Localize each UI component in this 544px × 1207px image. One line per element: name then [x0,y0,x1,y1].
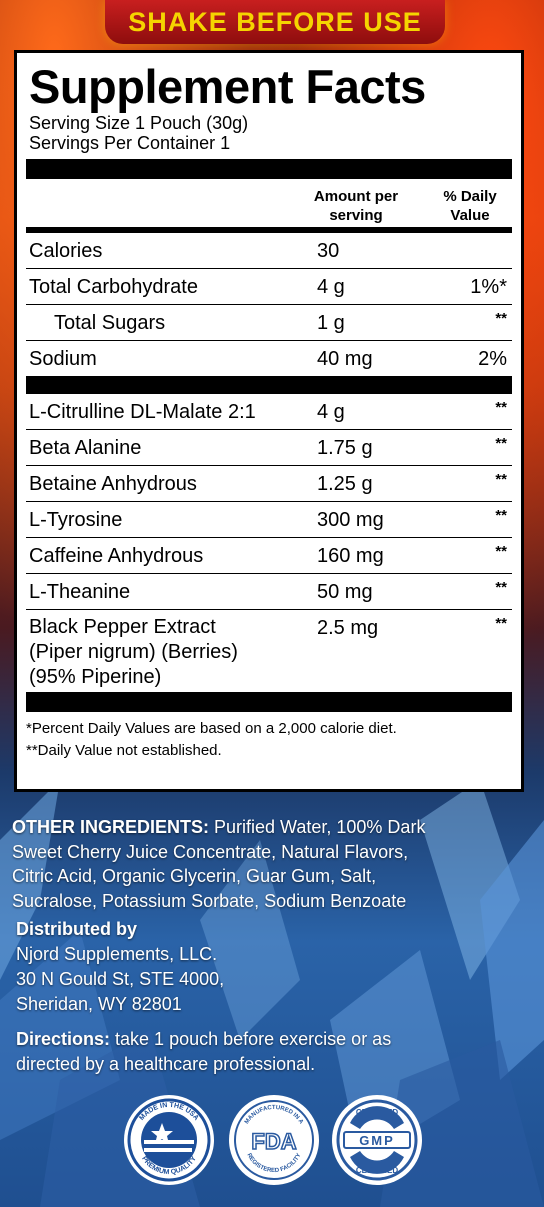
other-ingredients-label: OTHER INGREDIENTS: [12,817,210,837]
ingredient-dv: ** [495,543,507,560]
ingredient-amount: 1.75 g [317,437,373,459]
footnote-dv: *Percent Daily Values are based on a 2,0… [26,720,397,737]
nutrient-amount: 30 [317,240,340,262]
divider-bar [26,159,512,179]
footnotes: *Percent Daily Values are based on a 2,0… [26,712,509,762]
nutrient-row: Sodium 40 mg 2% [26,341,512,376]
gmp-badge-mark: GMP [359,1133,395,1148]
facts-title: Supplement Facts [29,60,426,113]
nutrient-row: Calories 30 [26,233,512,269]
gmp-certified-badge: CERTIFIED GMP CERTIFIED [332,1095,422,1185]
servings-per-container: Servings Per Container 1 [29,133,231,153]
made-in-usa-badge: MADE IN THE USA PREMIUM QUALITY [124,1095,214,1185]
ingredient-dv: ** [495,435,507,452]
directions-text: take 1 pouch before exercise or as [110,1029,392,1049]
ingredient-name-line: (95% Piperine) [29,666,162,688]
gmp-badge-top-text: CERTIFIED [356,1108,398,1117]
ingredient-name: L-Tyrosine [29,509,123,531]
ingredient-dv: ** [495,471,507,488]
ingredient-row: L-Theanine 50 mg ** [26,574,512,610]
nutrient-amount: 40 mg [317,348,373,370]
ingredient-dv: ** [495,399,507,416]
nutrient-name: Total Sugars [54,312,166,334]
other-ingredients-text: Purified Water, 100% Dark [209,817,426,837]
ingredient-row: L-Tyrosine 300 mg ** [26,502,512,538]
ingredient-name: Betaine Anhydrous [29,473,197,495]
other-ingredients-text: Citric Acid, Organic Glycerin, Guar Gum,… [12,866,377,886]
ingredient-row: L-Citrulline DL-Malate 2:1 4 g ** [26,394,512,430]
ingredient-amount: 50 mg [317,581,373,603]
directions-text: directed by a healthcare professional. [16,1054,316,1074]
divider-bar [26,376,512,394]
ingredient-dv: ** [495,579,507,596]
nutrient-dv: 2% [478,348,507,370]
distributor-title: Distributed by [16,919,138,939]
ingredient-amount: 1.25 g [317,473,373,495]
nutrient-name: Total Carbohydrate [29,276,198,298]
banner-text: SHAKE BEFORE USE [128,6,422,37]
ingredient-name-line: (Piper nigrum) (Berries) [29,641,238,663]
nutrient-dv: ** [495,310,507,327]
ingredient-name: L-Citrulline DL-Malate 2:1 [29,401,256,423]
distributor-name: Njord Supplements, LLC. [16,944,218,964]
ingredient-dv: ** [495,615,507,632]
fda-badge-mark: FDA [251,1129,296,1154]
other-ingredients: OTHER INGREDIENTS: Purified Water, 100% … [12,815,532,913]
nutrient-amount: 1 g [317,312,345,334]
ingredient-amount: 160 mg [317,545,384,567]
ingredient-name: L-Theanine [29,581,131,603]
ingredient-name: Caffeine Anhydrous [29,545,204,567]
nutrient-dv: 1%* [470,276,507,298]
serving-size: Serving Size 1 Pouch (30g) [29,113,249,133]
directions-label: Directions: [16,1029,111,1049]
ingredient-name-line: Black Pepper Extract [29,616,216,638]
ingredient-row: Caffeine Anhydrous 160 mg ** [26,538,512,574]
ingredient-row: Betaine Anhydrous 1.25 g ** [26,466,512,502]
footnote-not-established: **Daily Value not established. [26,742,222,759]
ingredient-name: Black Pepper Extract (Piper nigrum) (Ber… [29,615,238,690]
supplement-facts-panel: Supplement Facts Serving Size 1 Pouch (3… [14,50,524,792]
other-ingredients-text: Sweet Cherry Juice Concentrate, Natural … [12,841,409,862]
distributor-address: 30 N Gould St, STE 4000, [16,969,225,989]
column-header: Amount per serving % Daily Value [26,179,512,233]
distributor-info: Distributed by Njord Supplements, LLC. 3… [16,917,224,1017]
nutrient-row: Total Carbohydrate 4 g 1%* [26,269,512,305]
fda-facility-badge: MANUFACTURED IN A FDA REGISTERED FACILIT… [229,1095,319,1185]
ingredient-row: Beta Alanine 1.75 g ** [26,430,512,466]
ingredient-amount: 300 mg [317,509,384,531]
gmp-badge-bottom-text: CERTIFIED [356,1166,398,1175]
ingredient-row: Black Pepper Extract (Piper nigrum) (Ber… [26,610,512,692]
directions: Directions: take 1 pouch before exercise… [16,1027,526,1077]
col-amount-header: Amount per serving [313,188,399,224]
ingredient-amount: 2.5 mg [317,617,379,639]
divider-bar [26,692,512,712]
nutrient-amount: 4 g [317,276,345,298]
other-ingredients-text: Sucralose, Potassium Sorbate, Sodium Ben… [12,890,407,911]
nutrient-row: Total Sugars 1 g ** [26,305,512,341]
nutrient-name: Sodium [29,348,97,370]
distributor-address: Sheridan, WY 82801 [16,994,182,1014]
col-dv-header: % Daily Value [443,188,497,224]
ingredient-name: Beta Alanine [29,437,142,459]
nutrient-name: Calories [29,240,103,262]
ingredient-amount: 4 g [317,401,345,423]
ingredient-dv: ** [495,507,507,524]
shake-banner: SHAKE BEFORE USE [105,0,445,44]
